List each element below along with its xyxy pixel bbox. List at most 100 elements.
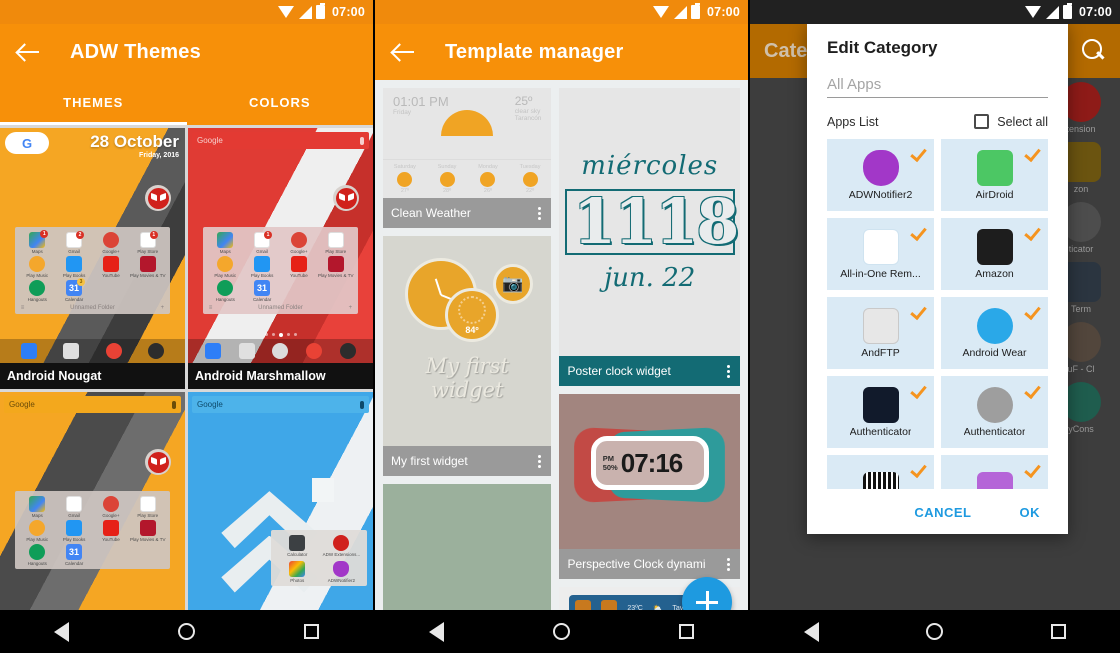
- folder-app-label: Play Movies & TV: [130, 537, 166, 543]
- tab-themes[interactable]: THEMES: [0, 80, 187, 125]
- app-tile[interactable]: Amazon: [941, 218, 1048, 290]
- folder-app: ADW Extensions...: [319, 535, 363, 557]
- signal-icon: [1046, 5, 1060, 19]
- app-name: Amazon: [975, 267, 1014, 280]
- presentation-icon: [976, 471, 1013, 489]
- mic-icon[interactable]: [360, 400, 364, 409]
- mic-icon[interactable]: [360, 136, 364, 145]
- signal-icon: [299, 5, 313, 19]
- folder-app: Play Music: [19, 256, 56, 278]
- forecast-day-name: Tuesday: [519, 164, 541, 170]
- check-icon: [1024, 381, 1041, 400]
- theme-card[interactable]: Google Maps 1 Gmail Google+ Play Store Pl…: [188, 128, 373, 389]
- folder-app: Hangouts: [207, 280, 244, 302]
- status-bar: 07:00: [0, 0, 373, 24]
- recents-icon[interactable]: [678, 624, 694, 639]
- panel-edit-category: 07:00 Cate Al Re M tension: [748, 0, 1120, 653]
- youtube-icon: [290, 256, 307, 273]
- app-tile[interactable]: Authenticator: [827, 376, 934, 448]
- gmail-icon: [66, 496, 83, 513]
- maps-icon: [29, 496, 46, 513]
- folder-add-icon[interactable]: +: [161, 305, 165, 311]
- widget-meridiem: PM: [602, 453, 614, 463]
- app-tile[interactable]: All-in-One Rem...: [827, 218, 934, 290]
- folder-grid: Maps Gmail Google+ Play Store Play Music…: [19, 496, 166, 566]
- select-all-checkbox[interactable]: [974, 114, 990, 129]
- folder-menu-icon: ≡: [208, 305, 213, 312]
- folder-app: Play Books: [56, 520, 93, 542]
- home-icon[interactable]: [177, 623, 195, 640]
- app-tile[interactable]: Authenticator: [941, 376, 1048, 448]
- googleplus-icon: [290, 232, 307, 249]
- template-card[interactable]: PM 50% 07:16 Perspective Clock dynami: [559, 394, 740, 579]
- tab-colors[interactable]: COLORS: [187, 80, 374, 125]
- playmovies-icon: [327, 256, 344, 273]
- folder-app-label: ADW Extensions...: [322, 552, 361, 558]
- search-widget[interactable]: Google: [4, 396, 181, 413]
- folder-add-icon[interactable]: +: [349, 305, 353, 311]
- app-tile[interactable]: [827, 455, 934, 489]
- widget-caption: My first widget: [425, 354, 509, 402]
- back-icon[interactable]: [803, 621, 819, 642]
- hangouts-icon: [29, 280, 46, 297]
- template-card[interactable]: [383, 484, 552, 614]
- folder-app: Play Movies & TV: [317, 256, 354, 278]
- ok-button[interactable]: OK: [1020, 505, 1041, 520]
- folder-app: Play Store: [129, 496, 166, 518]
- status-bar: 07:00: [750, 0, 1120, 24]
- folder-menu-icon: ≡: [20, 305, 25, 312]
- back-arrow-icon[interactable]: [389, 37, 419, 67]
- search-widget[interactable]: Google: [192, 396, 369, 413]
- adwnotifier-icon: [333, 561, 350, 578]
- folder-app-label: Maps: [31, 513, 43, 519]
- clean-weather-widget: 01:01 PM Friday 25º clear sky Tarancón S…: [383, 88, 552, 198]
- folder-app-label: Maps: [219, 249, 231, 255]
- cancel-button[interactable]: CANCEL: [914, 505, 971, 520]
- template-list: 01:01 PM Friday 25º clear sky Tarancón S…: [375, 80, 748, 653]
- back-arrow-icon[interactable]: [14, 37, 44, 67]
- template-card[interactable]: miércoles 1118 jun. 22 Poster clock widg…: [559, 88, 740, 386]
- overflow-menu-icon[interactable]: [534, 451, 545, 472]
- select-all-control[interactable]: Select all: [974, 114, 1048, 129]
- overflow-menu-icon[interactable]: [723, 554, 734, 575]
- calendar-icon: 31: [66, 544, 83, 561]
- app-name: AirDroid: [975, 188, 1014, 201]
- playstore-icon: 1: [139, 231, 158, 249]
- home-icon[interactable]: [552, 623, 570, 640]
- youtube-icon: [102, 520, 119, 537]
- gmail-icon: 2: [66, 231, 85, 249]
- date-day: Friday, 2016: [139, 152, 179, 159]
- app-tile[interactable]: Android Wear: [941, 297, 1048, 369]
- theme-card[interactable]: G 28 October Friday, 2016 1 Maps 2 Gmail G…: [0, 128, 185, 389]
- overflow-menu-icon[interactable]: [534, 203, 545, 224]
- navigation-bar: [750, 610, 1120, 653]
- template-preview: [383, 484, 552, 614]
- back-icon[interactable]: [54, 621, 70, 642]
- template-card[interactable]: 84º 📷 My first widget My first widget: [383, 236, 552, 476]
- search-widget[interactable]: Google: [192, 132, 369, 149]
- overflow-menu-icon[interactable]: [723, 361, 734, 382]
- template-card[interactable]: 01:01 PM Friday 25º clear sky Tarancón S…: [383, 88, 552, 228]
- recents-icon[interactable]: [303, 624, 319, 639]
- playstore-icon: [327, 232, 344, 249]
- app-tile[interactable]: AndFTP: [827, 297, 934, 369]
- playmusic-icon: [29, 520, 46, 537]
- folder-app-label: YouTube: [102, 273, 120, 279]
- app-tile[interactable]: AirDroid: [941, 139, 1048, 211]
- back-icon[interactable]: [429, 621, 445, 642]
- category-name-input[interactable]: All Apps: [827, 76, 1048, 98]
- folder-app: Hangouts: [19, 280, 56, 302]
- photos-icon: [289, 561, 306, 578]
- app-tile[interactable]: [941, 455, 1048, 489]
- mic-icon[interactable]: [172, 400, 176, 409]
- hangouts-icon: [217, 280, 234, 297]
- my-first-widget: 84º 📷 My first widget: [383, 236, 552, 446]
- home-icon[interactable]: [926, 623, 944, 640]
- app-tile[interactable]: ADWNotifier2: [827, 139, 934, 211]
- widget-city: Tarancón: [514, 115, 542, 122]
- folder-app: Google+: [93, 232, 130, 254]
- recents-icon[interactable]: [1051, 624, 1067, 639]
- camera-icon: [340, 343, 357, 359]
- dialog-actions: CANCEL OK: [827, 489, 1048, 534]
- check-icon: [1024, 223, 1041, 242]
